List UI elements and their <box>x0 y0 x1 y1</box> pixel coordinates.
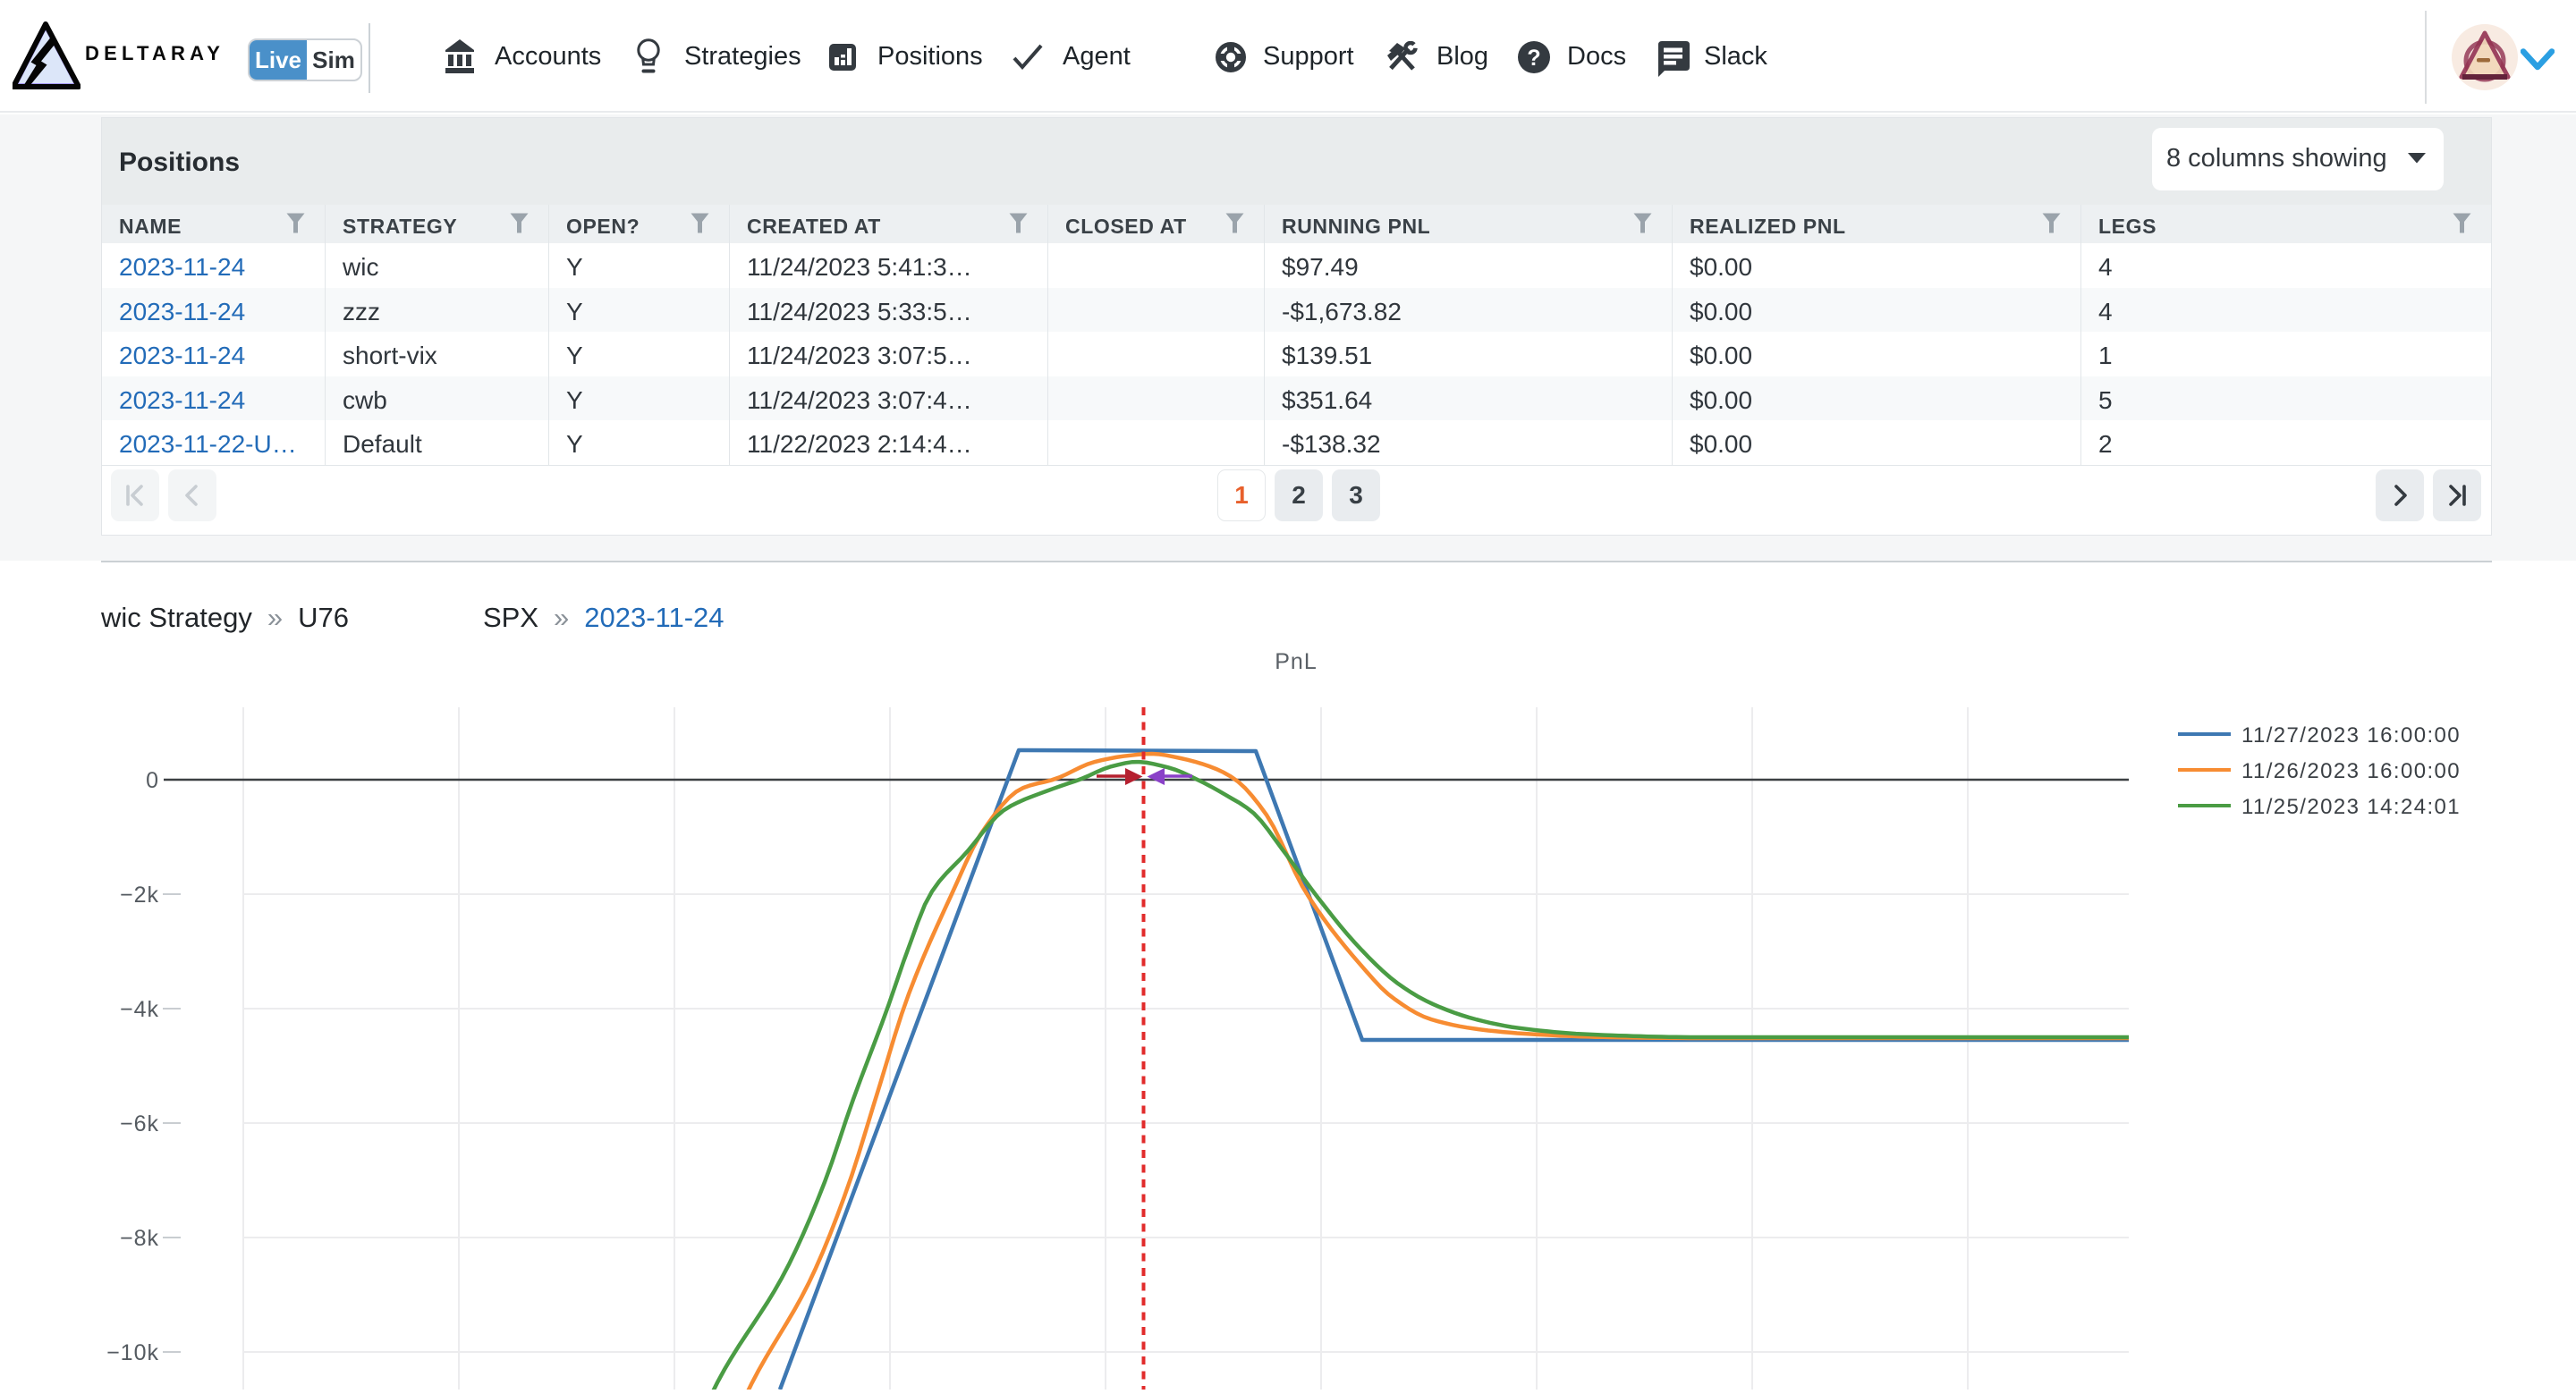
svg-text:−2k: −2k <box>120 883 159 908</box>
svg-text:−6k: −6k <box>120 1111 159 1136</box>
svg-text:11/26/2023 16:00:00: 11/26/2023 16:00:00 <box>2241 759 2461 783</box>
svg-text:0: 0 <box>146 768 159 793</box>
svg-text:−8k: −8k <box>120 1226 159 1251</box>
svg-text:−10k: −10k <box>106 1340 159 1365</box>
svg-text:−4k: −4k <box>120 997 159 1022</box>
svg-text:PnL: PnL <box>1275 649 1317 674</box>
svg-text:11/25/2023 14:24:01: 11/25/2023 14:24:01 <box>2241 795 2461 819</box>
svg-text:11/27/2023 16:00:00: 11/27/2023 16:00:00 <box>2241 723 2461 748</box>
svg-text:?: ? <box>1527 46 1540 71</box>
